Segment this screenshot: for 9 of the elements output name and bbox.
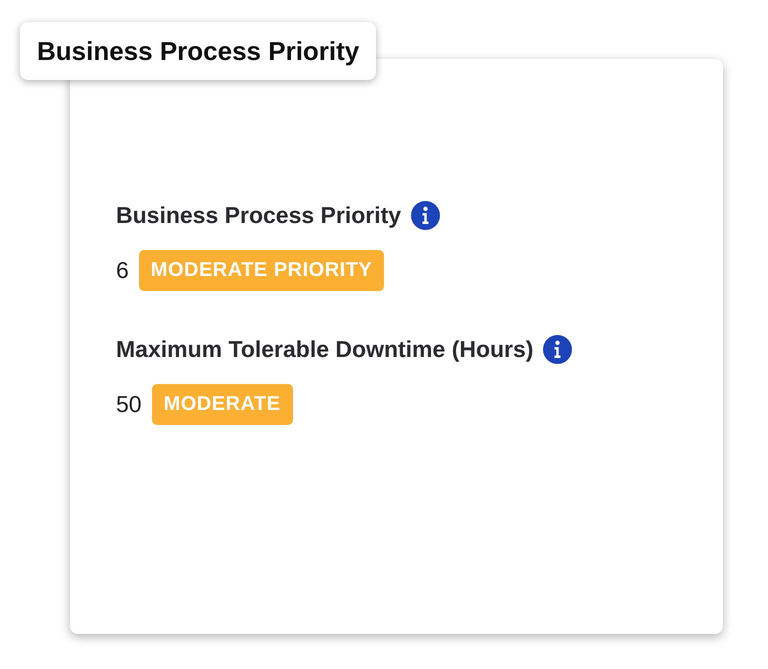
priority-badge: MODERATE	[152, 384, 293, 425]
field-label: Business Process Priority	[116, 202, 402, 229]
section-title: Business Process Priority	[20, 22, 376, 80]
priority-badge: MODERATE PRIORITY	[138, 250, 384, 291]
field-label: Maximum Tolerable Downtime (Hours)	[116, 336, 534, 363]
field-value: 50	[116, 391, 142, 418]
info-icon[interactable]	[543, 335, 572, 364]
info-icon[interactable]	[411, 201, 440, 230]
field-value: 6	[116, 257, 129, 284]
